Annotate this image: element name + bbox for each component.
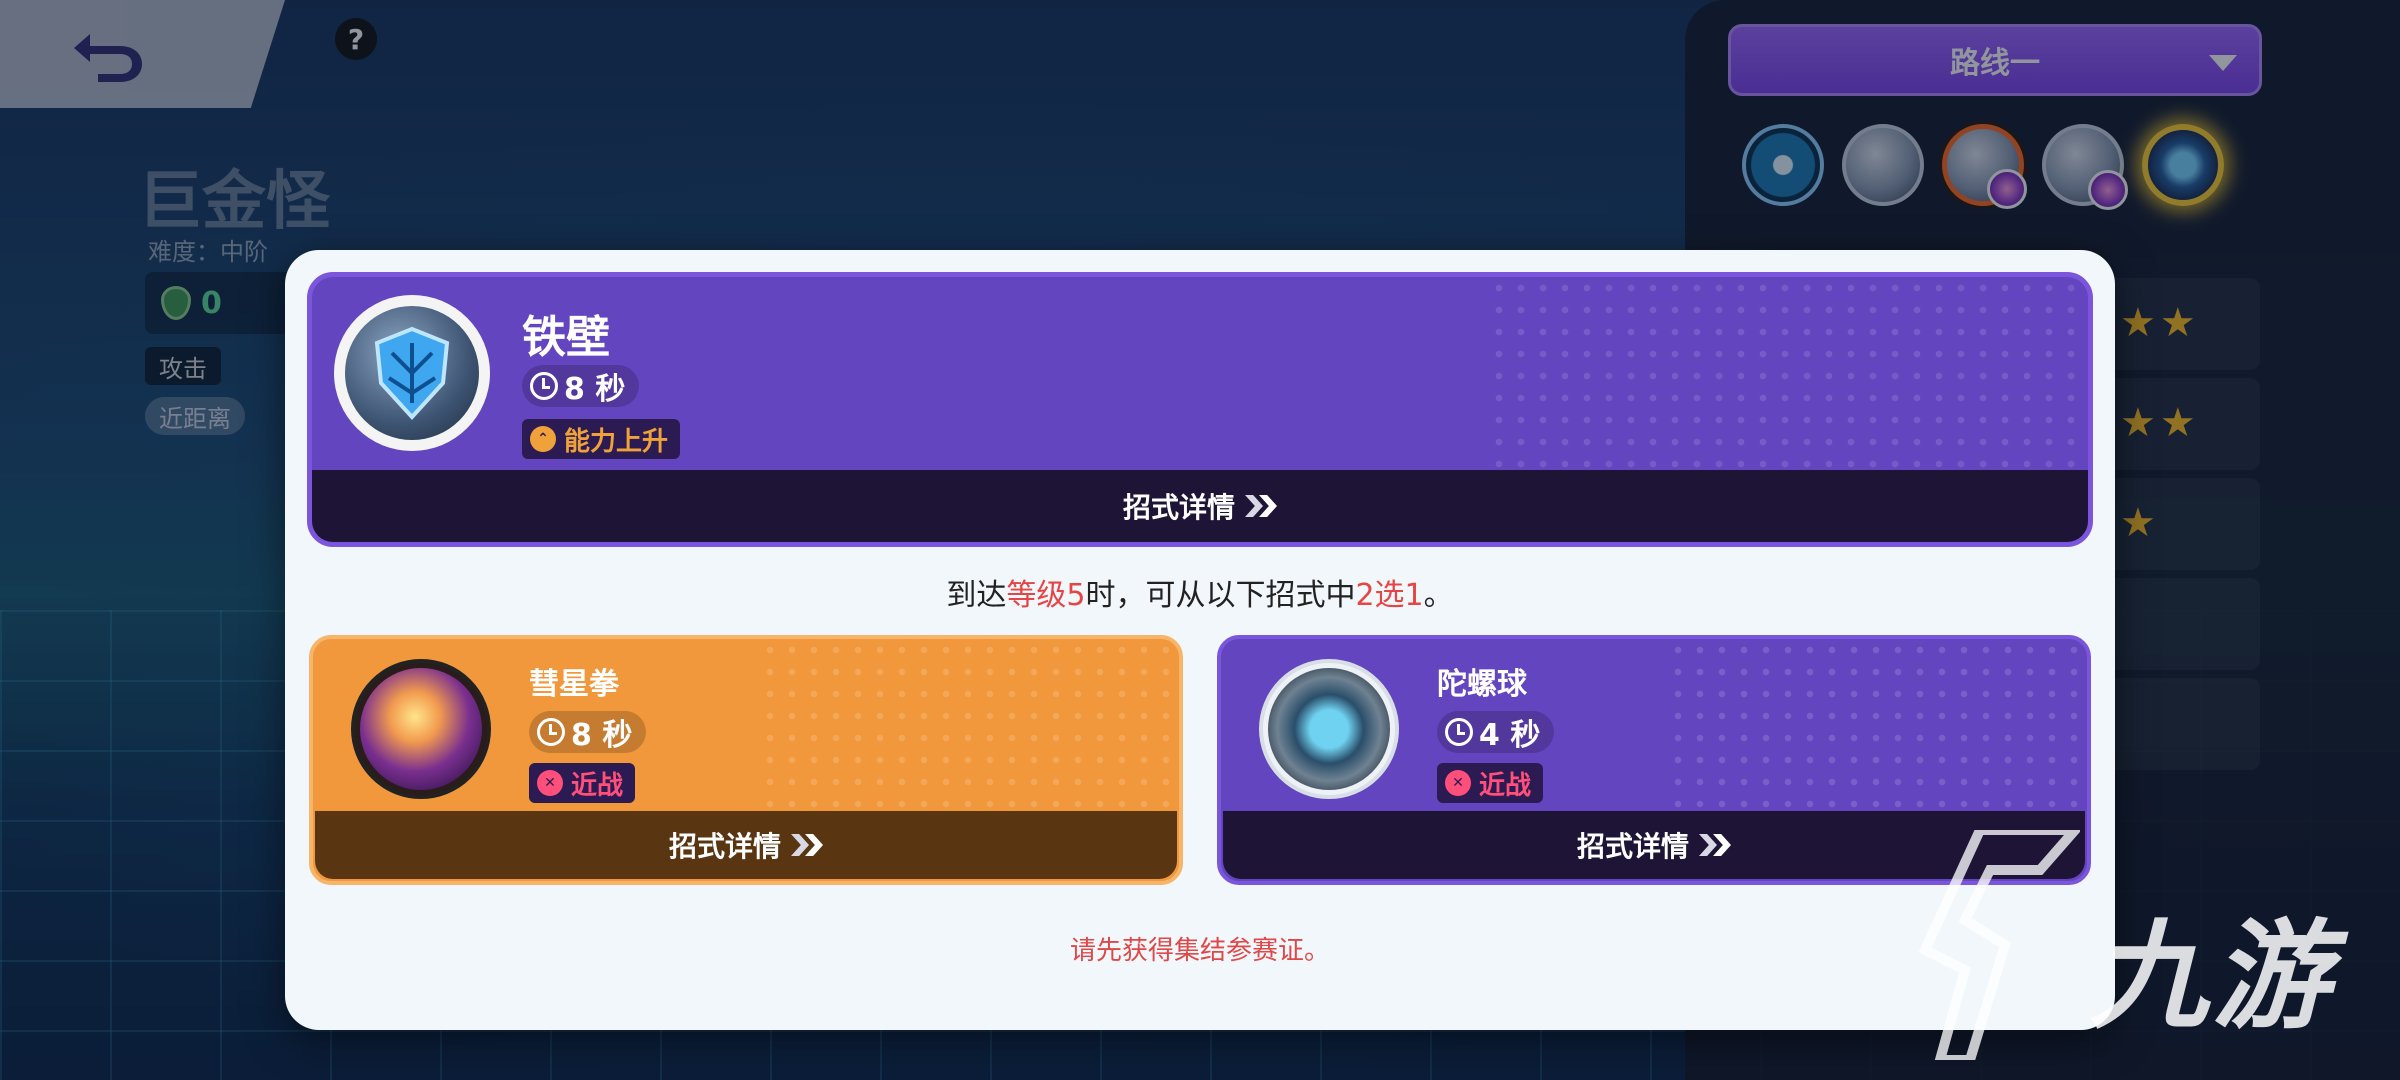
cooldown-pill: 4 秒 (1437, 711, 1555, 753)
card-pattern (1667, 639, 2087, 819)
move-type-tag: ✕ 近战 (529, 763, 636, 803)
move-type-label: 近战 (571, 770, 624, 801)
card-pattern (1488, 277, 2088, 477)
option-card-meteor-mash[interactable]: 彗星拳 8 秒 ✕ 近战 招式详情 (309, 635, 1183, 885)
melee-icon: ✕ (537, 770, 563, 796)
watermark-logo: 九游 (1910, 830, 2380, 1060)
choice-text-part: 时，可从以下招式中 (1085, 578, 1356, 613)
cooldown-value: 8 秒 (564, 372, 626, 407)
move-type-tag: ⌃ 能力上升 (522, 419, 681, 459)
clock-icon (537, 718, 565, 746)
iron-wall-icon (334, 295, 490, 451)
choice-text-part: 到达 (946, 578, 1007, 613)
double-chevron-icon (1245, 495, 1277, 517)
choice-text-part: 。 (1423, 578, 1454, 613)
watermark-text: 九游 (2090, 907, 2335, 1045)
move-detail-dialog: 铁壁 8 秒 ⌃ 能力上升 招式详情 到达等级5时，可从以下招式中2选1。 彗星… (285, 250, 2115, 1030)
main-move-name: 铁壁 (522, 312, 610, 363)
cooldown-value: 8 秒 (571, 718, 633, 753)
melee-icon: ✕ (1445, 770, 1471, 796)
meteor-mash-icon (351, 659, 491, 799)
option-move-name: 彗星拳 (529, 667, 619, 702)
main-move-detail-button[interactable]: 招式详情 (312, 470, 2088, 542)
option-detail-button[interactable]: 招式详情 (315, 811, 1177, 879)
detail-label: 招式详情 (1576, 830, 1689, 863)
main-move-card: 铁壁 8 秒 ⌃ 能力上升 招式详情 (307, 272, 2093, 547)
choice-text-level: 等级5 (1006, 578, 1086, 613)
gyro-ball-icon (1259, 659, 1399, 799)
clock-icon (530, 372, 558, 400)
cooldown-value: 4 秒 (1479, 718, 1541, 753)
option-move-name: 陀螺球 (1437, 667, 1527, 702)
move-type-label: 近战 (1479, 770, 1532, 801)
watermark-logo-icon (1918, 830, 2080, 1060)
clock-icon (1445, 718, 1473, 746)
level-choice-text: 到达等级5时，可从以下招式中2选1。 (285, 570, 2115, 614)
detail-label: 招式详情 (1122, 491, 1235, 524)
double-chevron-icon (791, 834, 823, 856)
cooldown-pill: 8 秒 (522, 365, 640, 407)
detail-label: 招式详情 (668, 830, 781, 863)
cooldown-pill: 8 秒 (529, 711, 647, 753)
double-chevron-icon (1699, 834, 1731, 856)
license-warning: 请先获得集结参赛证。 (1069, 936, 1330, 966)
move-type-tag: ✕ 近战 (1437, 763, 1544, 803)
card-pattern (759, 639, 1179, 819)
stat-up-icon: ⌃ (530, 426, 556, 452)
choice-text-count: 2选1 (1355, 578, 1424, 613)
move-type-label: 能力上升 (564, 426, 669, 457)
